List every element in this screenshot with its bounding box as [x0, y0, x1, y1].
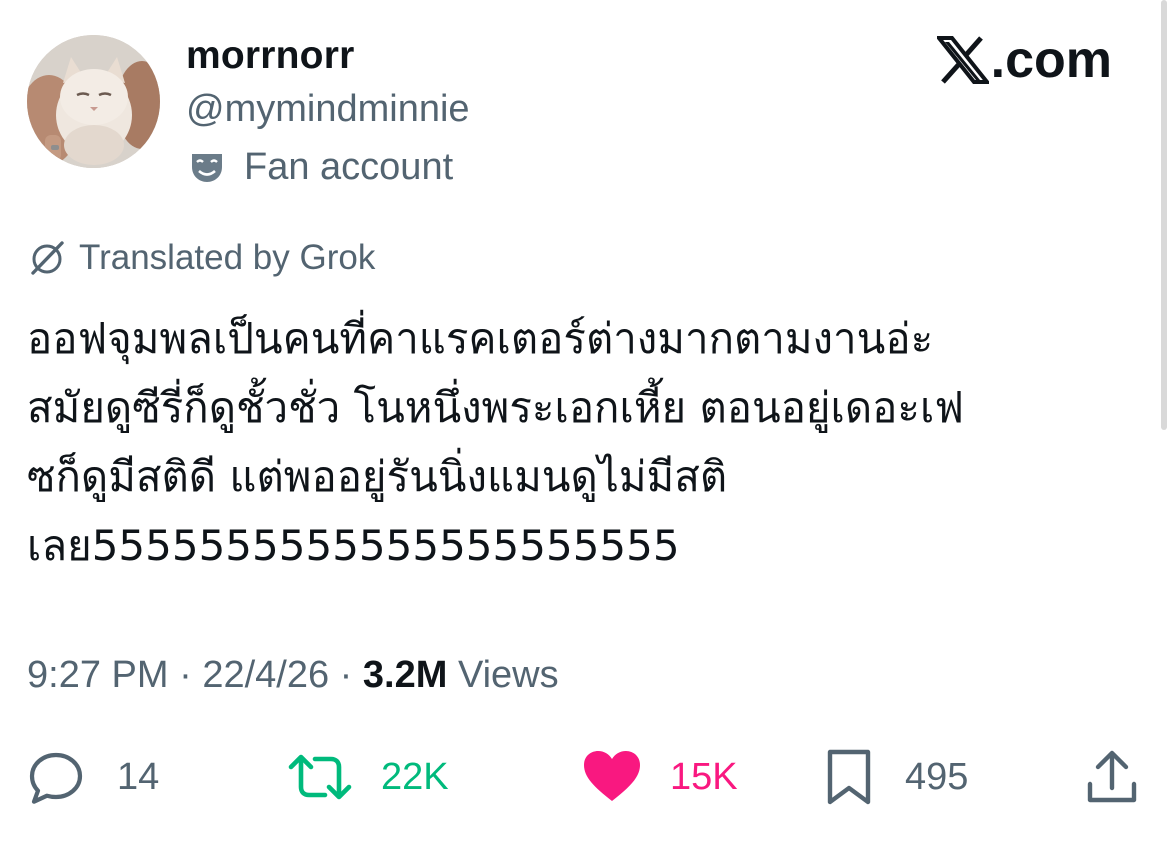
user-handle[interactable]: @mymindminnie — [186, 88, 470, 131]
badge-label: Fan account — [244, 146, 454, 188]
scrollbar[interactable] — [1161, 0, 1167, 430]
reply-button[interactable]: 14 — [27, 745, 159, 809]
heart-icon — [582, 749, 642, 805]
reply-count: 14 — [117, 755, 160, 798]
meta-separator: · — [168, 654, 203, 696]
views-label: Views — [457, 654, 559, 696]
post-date[interactable]: 22/4/26 — [202, 654, 329, 696]
bookmark-count: 495 — [905, 755, 969, 798]
brand-domain: .com — [990, 31, 1112, 89]
x-logo-icon — [934, 36, 991, 84]
meta-separator: · — [329, 654, 363, 696]
tweet-text: ออฟจุมพลเป็นคนที่คาแรคเตอร์ต่างมากตามงาน… — [27, 304, 1127, 580]
like-count: 15K — [670, 755, 738, 798]
share-icon — [1085, 748, 1139, 806]
action-bar: 14 22K 15K 495 — [27, 745, 1142, 809]
account-badge: Fan account — [188, 146, 453, 189]
post-time[interactable]: 9:27 PM — [27, 654, 169, 696]
brand-logo: .com — [934, 30, 1112, 90]
repost-count: 22K — [381, 755, 449, 798]
bookmark-icon — [825, 748, 873, 806]
grok-icon — [27, 238, 67, 278]
tweet-card: morrnorr @mymindminnie Fan account .com — [0, 0, 1169, 868]
repost-button[interactable]: 22K — [287, 745, 449, 809]
theater-masks-icon — [188, 149, 226, 187]
share-button[interactable] — [1085, 745, 1139, 809]
views-count: 3.2M — [362, 654, 448, 696]
avatar[interactable] — [27, 35, 160, 168]
avatar-cat-image — [27, 35, 160, 168]
tweet-text-line: สมัยดูซีรี่ก็ดูชั้วชั่ว โนหนึ่งพระเอกเหี… — [27, 383, 965, 432]
translation-notice[interactable]: Translated by Grok — [27, 238, 375, 278]
bookmark-button[interactable]: 495 — [825, 745, 968, 809]
tweet-text-line: ออฟจุมพลเป็นคนที่คาแรคเตอร์ต่างมากตามงาน… — [27, 314, 934, 363]
tweet-meta: 9:27 PM · 22/4/26 · 3.2M Views — [27, 654, 559, 697]
repost-icon — [287, 751, 353, 803]
tweet-text-line: เลย5555555555555555555555 — [27, 521, 680, 570]
like-button[interactable]: 15K — [582, 745, 738, 809]
comment-icon — [27, 749, 85, 805]
display-name[interactable]: morrnorr — [186, 34, 354, 78]
translation-label: Translated by Grok — [79, 238, 376, 277]
tweet-text-line: ซก็ดูมีสติดี แต่พออยู่รันนิ่งแมนดูไม่มีส… — [27, 452, 728, 501]
